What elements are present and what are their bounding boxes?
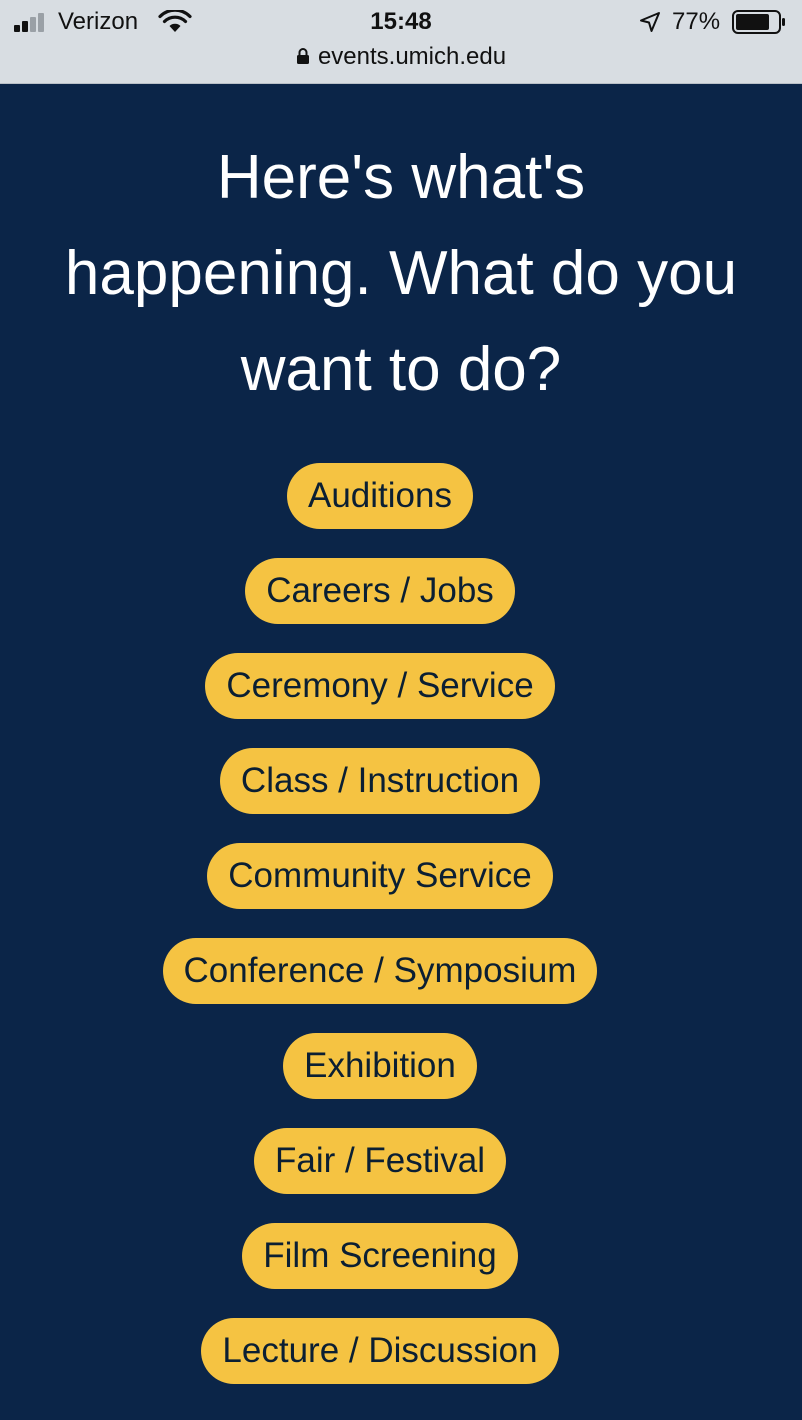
list-item: Exhibition: [283, 1033, 477, 1099]
category-button-community-service[interactable]: Community Service: [207, 843, 553, 909]
list-item: Lecture / Discussion: [201, 1318, 559, 1384]
status-bar: Verizon 15:48 77% events.umich.edu: [0, 0, 802, 84]
category-button-exhibition[interactable]: Exhibition: [283, 1033, 477, 1099]
page-headline: Here's what's happening. What do you wan…: [64, 143, 738, 404]
location-arrow-icon: [640, 12, 660, 32]
list-item: Careers / Jobs: [245, 558, 515, 624]
list-item: Film Screening: [242, 1223, 518, 1289]
list-item: Community Service: [207, 843, 553, 909]
category-button-class-instruction[interactable]: Class / Instruction: [219, 748, 541, 814]
category-button-careers-jobs[interactable]: Careers / Jobs: [245, 558, 515, 624]
list-item: Class / Instruction: [219, 748, 541, 814]
list-item: Conference / Symposium: [162, 938, 598, 1004]
battery-percentage: 77%: [672, 8, 721, 35]
list-item: Ceremony / Service: [205, 653, 555, 719]
category-button-fair-festival[interactable]: Fair / Festival: [253, 1128, 507, 1194]
list-item: Fair / Festival: [253, 1128, 507, 1194]
category-button-auditions[interactable]: Auditions: [287, 463, 473, 529]
category-button-ceremony-service[interactable]: Ceremony / Service: [205, 653, 555, 719]
list-item: Auditions: [287, 463, 473, 529]
category-button-lecture-discussion[interactable]: Lecture / Discussion: [201, 1318, 559, 1384]
event-category-list: Auditions Careers / Jobs Ceremony / Serv…: [0, 463, 760, 1413]
lock-icon: [296, 48, 309, 64]
address-bar[interactable]: events.umich.edu: [0, 42, 802, 72]
url-text: events.umich.edu: [317, 43, 507, 70]
category-button-conference-symposium[interactable]: Conference / Symposium: [162, 938, 598, 1004]
battery-icon: [732, 10, 785, 34]
category-button-film-screening[interactable]: Film Screening: [242, 1223, 518, 1289]
